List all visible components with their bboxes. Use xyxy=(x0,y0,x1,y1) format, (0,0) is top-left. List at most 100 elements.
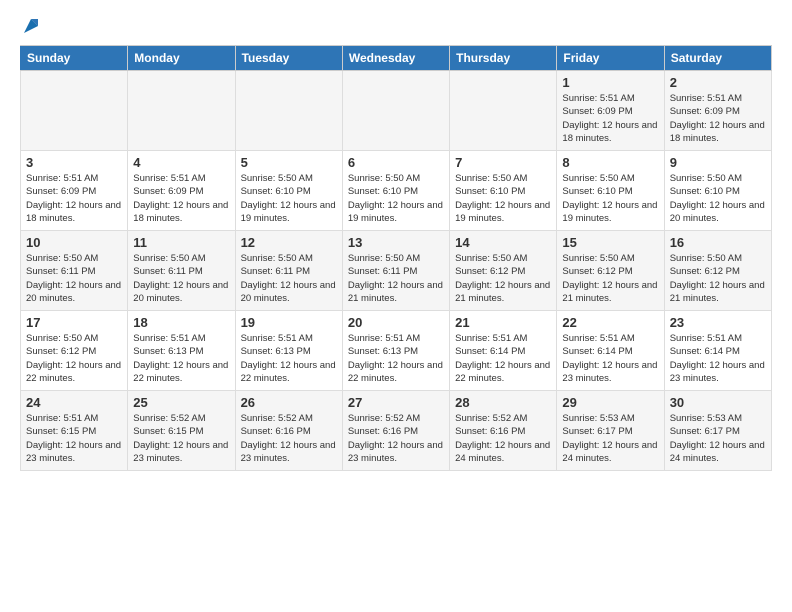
day-number: 12 xyxy=(241,235,337,250)
calendar-week-row: 1Sunrise: 5:51 AM Sunset: 6:09 PM Daylig… xyxy=(21,71,772,151)
calendar-table: SundayMondayTuesdayWednesdayThursdayFrid… xyxy=(20,45,772,471)
header xyxy=(20,15,772,37)
calendar-cell: 9 Sunrise: 5:50 AM Sunset: 6:10 PM Daylig… xyxy=(664,151,771,231)
day-info: Sunrise: 5:50 AM Sunset: 6:12 PM Dayligh… xyxy=(562,252,658,305)
day-info: Sunrise: 5:50 AM Sunset: 6:10 PM Dayligh… xyxy=(562,172,658,225)
weekday-header: Thursday xyxy=(450,46,557,71)
weekday-header: Saturday xyxy=(664,46,771,71)
calendar-cell: 21 Sunrise: 5:51 AM Sunset: 6:14 PM Dayli… xyxy=(450,311,557,391)
day-info: Sunrise: 5:51 AM Sunset: 6:09 PM Dayligh… xyxy=(26,172,122,225)
calendar-cell: 11Sunrise: 5:50 AM Sunset: 6:11 PM Dayli… xyxy=(128,231,235,311)
day-info: Sunrise: 5:52 AM Sunset: 6:16 PM Dayligh… xyxy=(455,412,551,465)
day-info: Sunrise: 5:50 AM Sunset: 6:10 PM Dayligh… xyxy=(241,172,337,225)
calendar-cell: 29 Sunrise: 5:53 AM Sunset: 6:17 PM Dayli… xyxy=(557,391,664,471)
calendar-cell: 1Sunrise: 5:51 AM Sunset: 6:09 PM Daylig… xyxy=(557,71,664,151)
day-number: 3 xyxy=(26,155,122,170)
day-number: 19 xyxy=(241,315,337,330)
day-info: Sunrise: 5:51 AM Sunset: 6:09 PM Dayligh… xyxy=(133,172,229,225)
calendar-cell: 12Sunrise: 5:50 AM Sunset: 6:11 PM Dayli… xyxy=(235,231,342,311)
day-info: Sunrise: 5:50 AM Sunset: 6:12 PM Dayligh… xyxy=(455,252,551,305)
calendar-cell: 6 Sunrise: 5:50 AM Sunset: 6:10 PM Daylig… xyxy=(342,151,449,231)
day-number: 28 xyxy=(455,395,551,410)
calendar-cell xyxy=(235,71,342,151)
day-number: 4 xyxy=(133,155,229,170)
calendar-cell: 26 Sunrise: 5:52 AM Sunset: 6:16 PM Dayli… xyxy=(235,391,342,471)
weekday-header: Friday xyxy=(557,46,664,71)
calendar-cell xyxy=(21,71,128,151)
day-info: Sunrise: 5:51 AM Sunset: 6:13 PM Dayligh… xyxy=(133,332,229,385)
calendar-cell: 5 Sunrise: 5:50 AM Sunset: 6:10 PM Daylig… xyxy=(235,151,342,231)
day-info: Sunrise: 5:52 AM Sunset: 6:16 PM Dayligh… xyxy=(241,412,337,465)
day-info: Sunrise: 5:53 AM Sunset: 6:17 PM Dayligh… xyxy=(670,412,766,465)
calendar-cell: 16 Sunrise: 5:50 AM Sunset: 6:12 PM Dayli… xyxy=(664,231,771,311)
day-info: Sunrise: 5:50 AM Sunset: 6:11 PM Dayligh… xyxy=(133,252,229,305)
calendar-cell: 14 Sunrise: 5:50 AM Sunset: 6:12 PM Dayli… xyxy=(450,231,557,311)
day-number: 5 xyxy=(241,155,337,170)
day-number: 13 xyxy=(348,235,444,250)
calendar-cell: 23 Sunrise: 5:51 AM Sunset: 6:14 PM Dayli… xyxy=(664,311,771,391)
calendar-cell: 4 Sunrise: 5:51 AM Sunset: 6:09 PM Daylig… xyxy=(128,151,235,231)
calendar-cell: 15 Sunrise: 5:50 AM Sunset: 6:12 PM Dayli… xyxy=(557,231,664,311)
weekday-header: Monday xyxy=(128,46,235,71)
calendar-cell: 3 Sunrise: 5:51 AM Sunset: 6:09 PM Daylig… xyxy=(21,151,128,231)
day-number: 8 xyxy=(562,155,658,170)
calendar-cell: 10 Sunrise: 5:50 AM Sunset: 6:11 PM Dayli… xyxy=(21,231,128,311)
day-number: 6 xyxy=(348,155,444,170)
day-number: 16 xyxy=(670,235,766,250)
calendar-cell: 19 Sunrise: 5:51 AM Sunset: 6:13 PM Dayli… xyxy=(235,311,342,391)
day-number: 30 xyxy=(670,395,766,410)
day-number: 15 xyxy=(562,235,658,250)
day-info: Sunrise: 5:52 AM Sunset: 6:16 PM Dayligh… xyxy=(348,412,444,465)
day-number: 27 xyxy=(348,395,444,410)
calendar-header-row: SundayMondayTuesdayWednesdayThursdayFrid… xyxy=(21,46,772,71)
day-number: 18 xyxy=(133,315,229,330)
calendar-week-row: 10 Sunrise: 5:50 AM Sunset: 6:11 PM Dayli… xyxy=(21,231,772,311)
calendar-cell: 30 Sunrise: 5:53 AM Sunset: 6:17 PM Dayli… xyxy=(664,391,771,471)
calendar-cell: 20 Sunrise: 5:51 AM Sunset: 6:13 PM Dayli… xyxy=(342,311,449,391)
day-number: 21 xyxy=(455,315,551,330)
calendar-cell: 7 Sunrise: 5:50 AM Sunset: 6:10 PM Daylig… xyxy=(450,151,557,231)
calendar-cell: 18 Sunrise: 5:51 AM Sunset: 6:13 PM Dayli… xyxy=(128,311,235,391)
day-number: 17 xyxy=(26,315,122,330)
day-number: 14 xyxy=(455,235,551,250)
day-info: Sunrise: 5:51 AM Sunset: 6:13 PM Dayligh… xyxy=(241,332,337,385)
calendar-cell xyxy=(450,71,557,151)
calendar-cell: 2 Sunrise: 5:51 AM Sunset: 6:09 PM Daylig… xyxy=(664,71,771,151)
day-number: 7 xyxy=(455,155,551,170)
weekday-header: Tuesday xyxy=(235,46,342,71)
day-number: 10 xyxy=(26,235,122,250)
day-info: Sunrise: 5:53 AM Sunset: 6:17 PM Dayligh… xyxy=(562,412,658,465)
day-info: Sunrise: 5:50 AM Sunset: 6:11 PM Dayligh… xyxy=(26,252,122,305)
day-number: 20 xyxy=(348,315,444,330)
day-info: Sunrise: 5:51 AM Sunset: 6:14 PM Dayligh… xyxy=(455,332,551,385)
day-info: Sunrise: 5:52 AM Sunset: 6:15 PM Dayligh… xyxy=(133,412,229,465)
calendar-cell: 24Sunrise: 5:51 AM Sunset: 6:15 PM Dayli… xyxy=(21,391,128,471)
day-number: 22 xyxy=(562,315,658,330)
day-info: Sunrise: 5:51 AM Sunset: 6:13 PM Dayligh… xyxy=(348,332,444,385)
day-number: 23 xyxy=(670,315,766,330)
calendar-week-row: 17Sunrise: 5:50 AM Sunset: 6:12 PM Dayli… xyxy=(21,311,772,391)
calendar-cell: 27 Sunrise: 5:52 AM Sunset: 6:16 PM Dayli… xyxy=(342,391,449,471)
day-info: Sunrise: 5:51 AM Sunset: 6:14 PM Dayligh… xyxy=(562,332,658,385)
day-info: Sunrise: 5:51 AM Sunset: 6:14 PM Dayligh… xyxy=(670,332,766,385)
day-info: Sunrise: 5:51 AM Sunset: 6:09 PM Dayligh… xyxy=(670,92,766,145)
calendar-cell xyxy=(128,71,235,151)
calendar-cell: 28 Sunrise: 5:52 AM Sunset: 6:16 PM Dayli… xyxy=(450,391,557,471)
page: SundayMondayTuesdayWednesdayThursdayFrid… xyxy=(0,0,792,486)
day-number: 9 xyxy=(670,155,766,170)
day-number: 25 xyxy=(133,395,229,410)
day-info: Sunrise: 5:50 AM Sunset: 6:10 PM Dayligh… xyxy=(348,172,444,225)
day-number: 2 xyxy=(670,75,766,90)
day-info: Sunrise: 5:50 AM Sunset: 6:12 PM Dayligh… xyxy=(670,252,766,305)
day-number: 24 xyxy=(26,395,122,410)
calendar-cell: 25 Sunrise: 5:52 AM Sunset: 6:15 PM Dayli… xyxy=(128,391,235,471)
calendar-cell: 13Sunrise: 5:50 AM Sunset: 6:11 PM Dayli… xyxy=(342,231,449,311)
calendar-cell: 17Sunrise: 5:50 AM Sunset: 6:12 PM Dayli… xyxy=(21,311,128,391)
logo xyxy=(20,15,42,37)
day-info: Sunrise: 5:50 AM Sunset: 6:10 PM Dayligh… xyxy=(670,172,766,225)
weekday-header: Sunday xyxy=(21,46,128,71)
day-info: Sunrise: 5:50 AM Sunset: 6:10 PM Dayligh… xyxy=(455,172,551,225)
day-number: 26 xyxy=(241,395,337,410)
logo-icon xyxy=(20,15,42,37)
day-number: 29 xyxy=(562,395,658,410)
